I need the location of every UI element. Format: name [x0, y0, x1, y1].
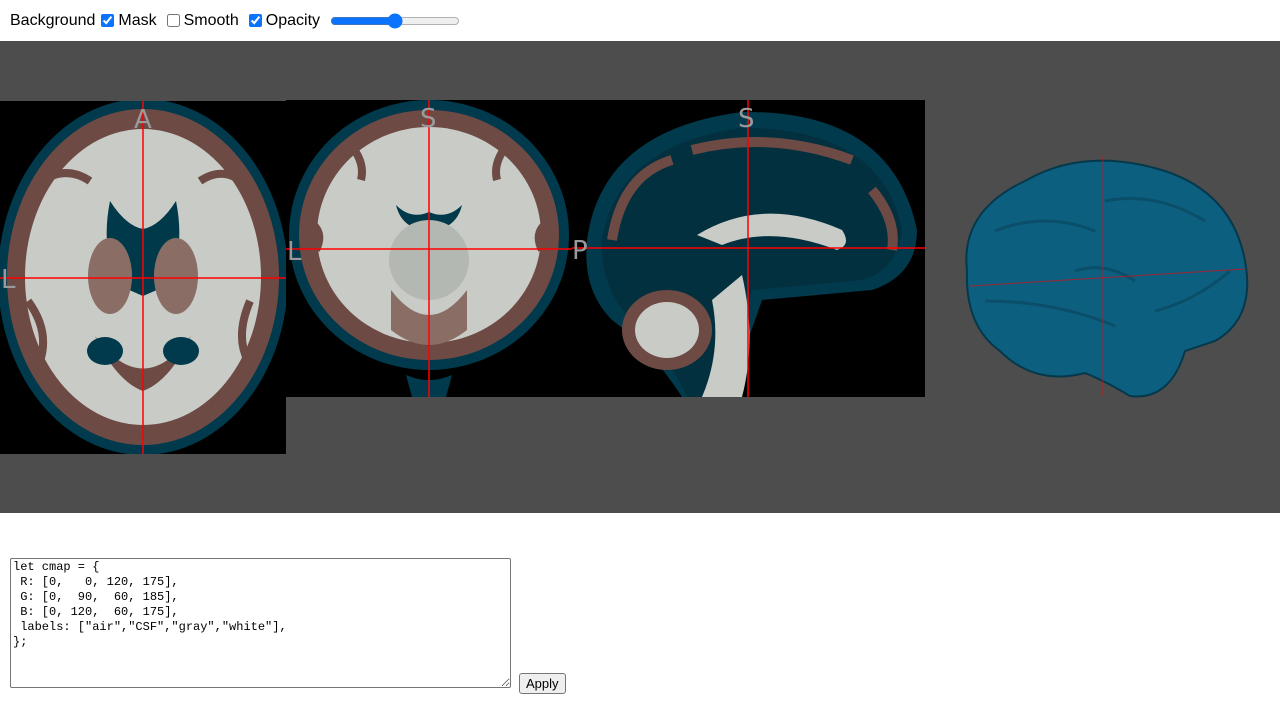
mask-label: Mask	[118, 11, 157, 29]
opacity-checkbox[interactable]	[248, 14, 262, 27]
coronal-orientation-left: L	[287, 237, 302, 267]
axial-orientation-top: A	[134, 105, 152, 135]
sagittal-orientation-left: P	[572, 236, 588, 266]
toolbar: Background Mask Smooth Opacity	[0, 0, 1280, 41]
viewer-canvas[interactable]: A L S L S P	[0, 41, 1280, 513]
smooth-label: Smooth	[183, 11, 239, 29]
axial-slice-image	[0, 101, 286, 454]
axial-orientation-left: L	[1, 265, 16, 295]
mask-checkbox[interactable]	[101, 14, 115, 27]
opacity-label: Opacity	[265, 11, 321, 29]
colormap-code-editor[interactable]	[10, 558, 511, 688]
axial-view[interactable]: A L	[0, 101, 286, 454]
sagittal-orientation-top: S	[738, 104, 755, 134]
smooth-option[interactable]: Smooth	[161, 12, 239, 30]
sagittal-slice-image	[572, 100, 925, 397]
coronal-orientation-top: S	[420, 104, 437, 134]
render-3d-view[interactable]	[955, 151, 1250, 401]
apply-button[interactable]: Apply	[519, 673, 566, 694]
smooth-checkbox[interactable]	[166, 14, 180, 27]
sagittal-view[interactable]: S P	[572, 100, 925, 397]
mask-option[interactable]: Mask	[95, 11, 157, 30]
opacity-slider[interactable]	[330, 12, 461, 29]
coronal-view[interactable]: S L	[286, 100, 572, 397]
opacity-option[interactable]: Opacity	[243, 12, 320, 30]
brain-3d-render	[965, 156, 1249, 398]
background-label: Background	[10, 11, 96, 29]
coronal-slice-image	[286, 100, 572, 397]
